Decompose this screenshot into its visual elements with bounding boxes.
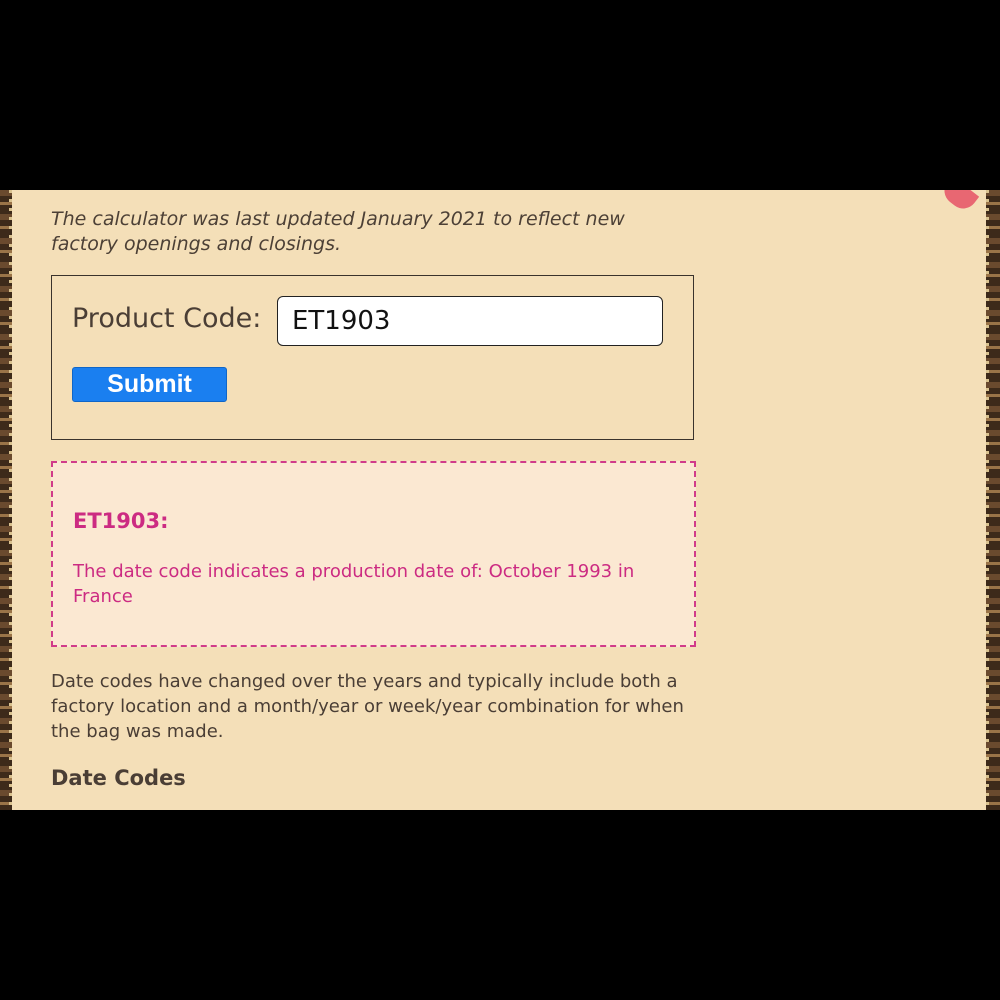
page-viewport: The calculator was last updated January …: [0, 190, 1000, 810]
intro-note: The calculator was last updated January …: [51, 208, 625, 255]
product-code-input[interactable]: [277, 296, 663, 346]
result-code: ET1903:: [73, 509, 169, 533]
left-pattern-border: [0, 190, 12, 810]
date-code-calculator: Product Code: Submit: [51, 275, 694, 440]
right-pattern-border: [986, 190, 1000, 810]
section-heading: Date Codes: [51, 766, 186, 790]
description-text: Date codes have changed over the years a…: [51, 671, 684, 742]
ribbon-icon: [938, 190, 980, 215]
result-message: The date code indicates a production dat…: [73, 561, 635, 607]
submit-button[interactable]: Submit: [72, 367, 227, 402]
product-code-label: Product Code:: [72, 303, 262, 334]
result-panel: ET1903: The date code indicates a produc…: [51, 461, 696, 647]
